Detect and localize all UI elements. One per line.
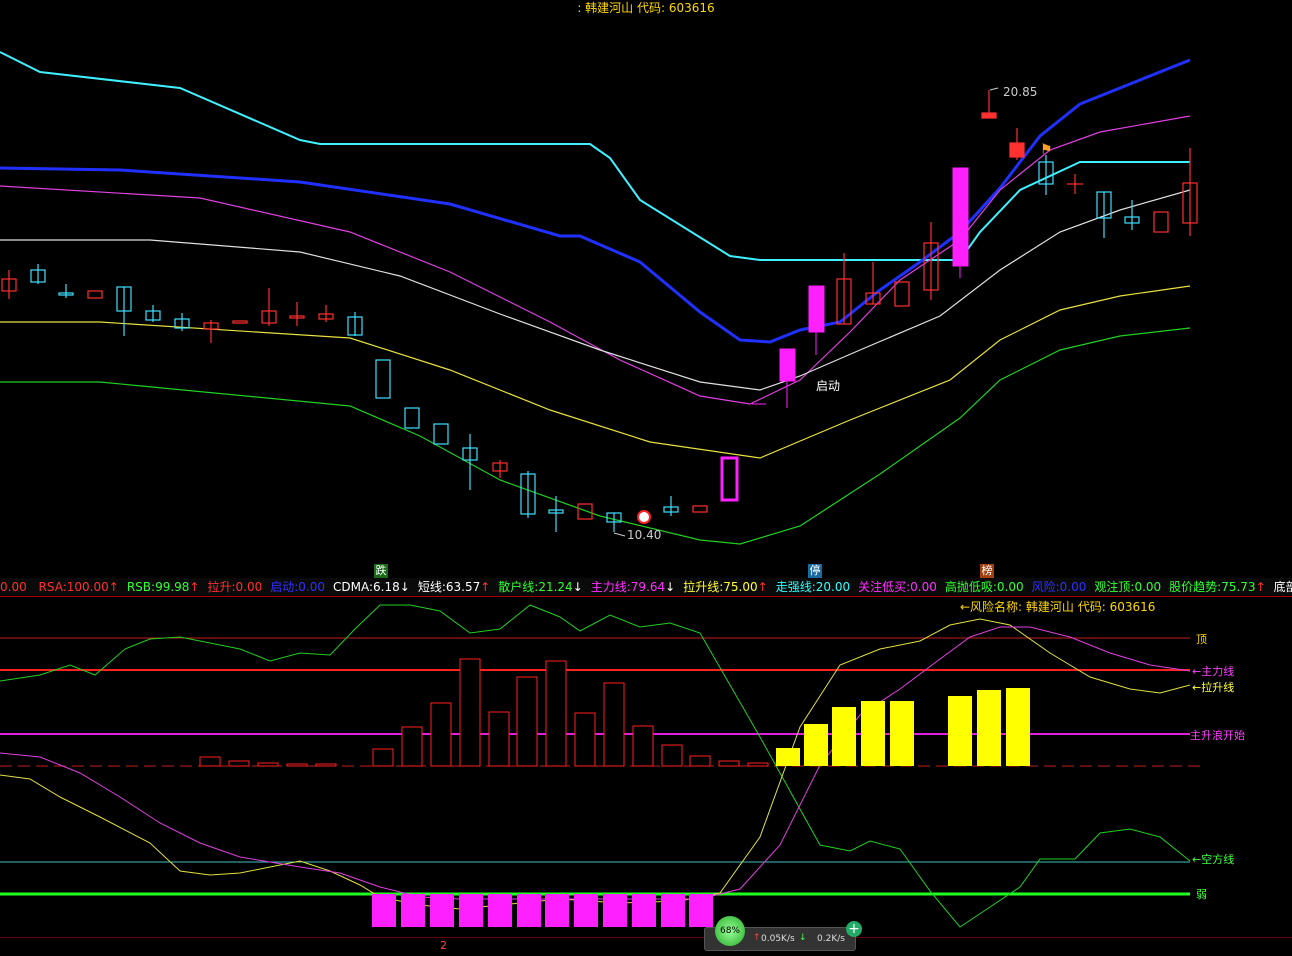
green-line [0, 327, 1191, 545]
indicator-item: 主力线:79.64↓ [591, 580, 675, 594]
indicator-arrow: ↑ [189, 580, 200, 594]
indicator-item: 关注低买:0.00 [858, 580, 937, 594]
indicator-item: 短线:63.57↑ [418, 580, 490, 594]
indicator-item: 散户线:21.24↓ [498, 580, 582, 594]
indicator-label: 观注顶: [1094, 580, 1135, 594]
low-price-label: 10.40 [627, 528, 661, 542]
add-button[interactable]: + [846, 921, 862, 937]
download-speed: 0.2K/s [817, 934, 845, 944]
sub-panel-title: ←风险名称: 韩建河山 代码: 603616 [960, 600, 1156, 614]
blue-band-line [0, 58, 1191, 344]
price-chart[interactable]: 20.85 10.40 启动 ⚑ [0, 0, 1292, 578]
indicator-value: 0.00 [298, 580, 326, 594]
label-top: 顶 [1196, 633, 1207, 646]
indicator-item: CDMA:6.18↓ [333, 580, 410, 594]
start-label: 启动 [816, 379, 840, 393]
download-arrow-icon: ↓ [799, 933, 807, 943]
magenta-line [0, 115, 1191, 405]
indicator-value: 0.00 [1134, 580, 1162, 594]
indicator-label: 高抛低吸: [944, 580, 997, 594]
indicator-value: 0.00 [235, 580, 263, 594]
indicator-arrow: ↑ [108, 580, 119, 594]
indicator-label: 走强线: [775, 580, 816, 594]
high-price-label: 20.85 [1003, 85, 1037, 99]
target-icon [637, 510, 651, 524]
upload-speed: 0.05K/s [761, 934, 795, 944]
indicator-label: RSB: [126, 580, 156, 594]
indicator-item: RSA:100.00↑ [39, 580, 119, 594]
indicator-label: CDMA: [333, 580, 374, 594]
bang-marker: 榜 [980, 564, 994, 578]
indicator-label: RSA: [38, 580, 67, 594]
indicator-chart[interactable] [0, 597, 1292, 937]
indicator-label: 股价趋势: [1169, 580, 1222, 594]
indicator-item: 拉升:0.00 [207, 580, 262, 594]
indicator-item: 拉升线:75.00↑ [683, 580, 767, 594]
yellow-line [0, 285, 1191, 459]
indicator-item: 走强线:20.00 [776, 580, 850, 594]
indicator-arrow: ↓ [572, 580, 583, 594]
label-weak: 弱 [1196, 888, 1207, 901]
indicator-label: 底部警戒 [1273, 580, 1292, 594]
label-lift-line: ←拉升线 [1192, 681, 1235, 694]
indicator-value: 6.18 [373, 580, 400, 594]
candles [1, 90, 1198, 532]
indicator-arrow: ↓ [665, 580, 676, 594]
chart-title: : 韩建河山 代码: 603616 [577, 1, 715, 15]
indicator-value: 79.64 [630, 580, 666, 594]
indicator-item: 启动:0.00 [270, 580, 325, 594]
indicator-label: 散户线: [498, 580, 539, 594]
indicator-prefix: 0.00 [0, 580, 27, 594]
label-rise-start: 主升浪开始 [1190, 729, 1245, 742]
indicator-label: 风险: [1031, 580, 1060, 594]
indicator-label: 短线: [417, 580, 446, 594]
indicator-item: 股价趋势:75.73↑ [1169, 580, 1265, 594]
indicator-value: 100.00 [66, 580, 109, 594]
indicator-item: 高抛低吸:0.00 [945, 580, 1024, 594]
indicator-arrow: ↓ [399, 580, 410, 594]
indicator-value: 0.00 [996, 580, 1024, 594]
indicator-strip: 0.00 RSA:100.00↑ RSB:99.98↑ 拉升:0.00 启动:0.00… [0, 578, 1292, 596]
page-number[interactable]: 2 [440, 939, 447, 952]
indicator-arrow: ↑ [757, 580, 768, 594]
indicator-label: 启动: [270, 580, 299, 594]
white-line [0, 189, 1191, 391]
indicator-label: 关注低买: [858, 580, 911, 594]
indicator-value: 63.57 [445, 580, 481, 594]
label-main-line: ←主力线 [1192, 665, 1235, 678]
indicator-arrow: ↑ [480, 580, 491, 594]
indicator-value: 99.98 [155, 580, 190, 594]
runner-icon: ⚑ [1040, 142, 1053, 158]
network-lamp-icon: 68% [715, 916, 745, 946]
network-monitor[interactable]: 68% ↑ 0.05K/s ↓ 0.2K/s [704, 916, 856, 951]
indicator-label: 拉升: [207, 580, 236, 594]
indicator-value: 75.73 [1221, 580, 1256, 594]
indicator-label: 主力线: [590, 580, 631, 594]
status-bar: 2 [0, 937, 1292, 956]
ting-marker: 停 [808, 564, 822, 578]
indicator-item: 观注顶:0.00 [1094, 580, 1161, 594]
indicator-item: 底部警戒 [1274, 580, 1292, 594]
indicator-value: 0.00 [1059, 580, 1087, 594]
die-marker: 跌 [374, 564, 388, 578]
upload-arrow-icon: ↑ [753, 933, 761, 943]
indicator-value: 0.00 [910, 580, 937, 594]
label-short-line: ←空方线 [1192, 853, 1235, 866]
indicator-value: 20.00 [815, 580, 851, 594]
indicator-value: 21.24 [538, 580, 573, 594]
indicator-item: 风险:0.00 [1032, 580, 1087, 594]
indicator-value: 75.00 [723, 580, 758, 594]
indicator-arrow: ↑ [1255, 580, 1266, 594]
indicator-label: 拉升线: [683, 580, 724, 594]
indicator-item: RSB:99.98↑ [127, 580, 200, 594]
